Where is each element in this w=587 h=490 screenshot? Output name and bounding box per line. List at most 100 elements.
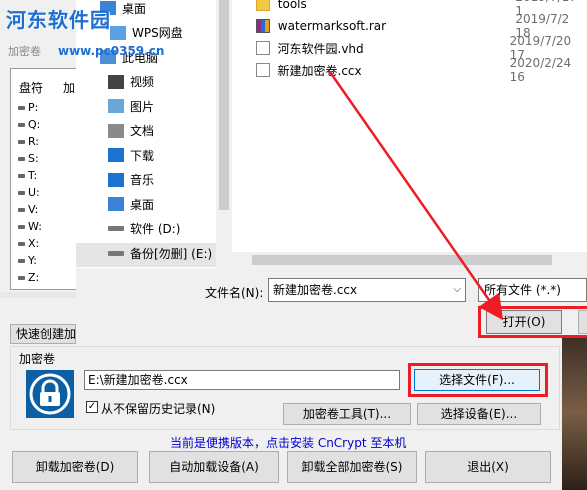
drive-letter: X:: [28, 237, 40, 250]
rar-icon: [256, 19, 270, 33]
drive-icon: [18, 105, 25, 110]
volume-group-title: 加密卷: [17, 350, 58, 367]
music-icon: [108, 172, 124, 187]
drive-row[interactable]: Q:: [18, 116, 40, 133]
quick-create-button[interactable]: 快速创建加: [10, 324, 76, 344]
drive-letter: U:: [28, 186, 40, 199]
nav-item-label: 桌面: [122, 1, 147, 16]
file-name: tools: [277, 0, 307, 11]
drive-letter: Y:: [28, 254, 37, 267]
filename-value: 新建加密卷.ccx: [273, 283, 358, 297]
file-icon: [256, 63, 270, 77]
drive-icon: [18, 224, 25, 229]
unmount-button[interactable]: 卸载加密卷(D): [12, 451, 138, 483]
annotation-box-select-file: [408, 363, 548, 397]
background-photo: [562, 335, 587, 490]
folder-icon: [256, 0, 270, 11]
drive-letter: S:: [28, 152, 39, 165]
panel-divider: [0, 292, 76, 298]
unmount-all-button[interactable]: 卸载全部加密卷(S): [287, 451, 417, 483]
nav-item[interactable]: 软件 (D:): [108, 218, 180, 240]
file-name: watermarksoft.rar: [277, 19, 387, 33]
drive-icon: [18, 173, 25, 178]
drive-letter: R:: [28, 135, 40, 148]
drive-row[interactable]: U:: [18, 184, 40, 201]
drive-row[interactable]: T:: [18, 167, 37, 184]
picture-icon: [108, 99, 124, 113]
nav-scrollbar-thumb[interactable]: [219, 0, 229, 210]
nav-item[interactable]: 桌面: [108, 193, 154, 215]
nav-item[interactable]: 图片: [108, 95, 154, 117]
volume-tools-button[interactable]: 加密卷工具(T)...: [283, 403, 411, 425]
video-icon: [108, 74, 124, 89]
nav-item[interactable]: 备份[勿删] (E:): [108, 242, 212, 264]
document-icon: [108, 123, 124, 138]
file-icon: [256, 41, 270, 55]
drive-icon: [18, 275, 25, 280]
drive-letter: V:: [28, 203, 39, 216]
nav-item-label: 视频: [130, 75, 155, 89]
nav-item[interactable]: WPS网盘: [110, 22, 183, 44]
never-save-history-checkbox[interactable]: ✓: [86, 401, 98, 413]
drive-row[interactable]: Y:: [18, 252, 37, 269]
drive-icon: [18, 122, 25, 127]
file-name: 新建加密卷.ccx: [277, 63, 362, 78]
cloud-icon: [110, 25, 126, 40]
drive-icon: [18, 241, 25, 246]
drive-icon: [18, 156, 25, 161]
drive-icon: [18, 207, 25, 212]
nav-item[interactable]: 下载: [108, 144, 154, 166]
lock-icon: [26, 370, 74, 418]
drive-row[interactable]: R:: [18, 133, 39, 150]
nav-item-label: 图片: [130, 99, 155, 114]
filename-input[interactable]: 新建加密卷.ccx ⌵: [268, 278, 466, 302]
file-date: 2020/2/24 16: [509, 56, 572, 84]
drive-row[interactable]: Z:: [18, 269, 39, 286]
drive-row[interactable]: P:: [18, 99, 38, 116]
drive-list[interactable]: 盘符 加 P: Q: R: S: T: U: V: W: X: Y: Z:: [10, 68, 80, 290]
volume-path-input[interactable]: E:\新建加密卷.ccx: [84, 370, 400, 390]
nav-item[interactable]: 视频: [108, 71, 154, 93]
select-device-button[interactable]: 选择设备(E)...: [417, 403, 541, 425]
drive-row[interactable]: X:: [18, 235, 39, 252]
drive-icon: [108, 250, 124, 256]
volume-column-header[interactable]: 加: [63, 79, 75, 96]
nav-item-label: 备份[勿删] (E:): [130, 246, 213, 261]
nav-item-label: 桌面: [130, 197, 155, 212]
nav-item-label: 音乐: [130, 173, 155, 187]
file-list-hscrollbar-thumb[interactable]: [252, 255, 552, 265]
drive-icon: [18, 258, 25, 263]
file-name: 河东软件园.vhd: [277, 41, 364, 56]
nav-item-label: 文档: [130, 124, 155, 138]
drive-column-header[interactable]: 盘符: [19, 79, 43, 96]
drive-letter: W:: [28, 220, 42, 233]
drive-letter: Q:: [28, 118, 41, 131]
desktop-icon: [108, 197, 124, 211]
auto-mount-button[interactable]: 自动加载设备(A): [149, 451, 279, 483]
drive-row[interactable]: S:: [18, 150, 39, 167]
never-save-history-label[interactable]: 从不保留历史记录(N): [101, 400, 215, 417]
watermark-logo: 河东软件园: [6, 8, 111, 32]
drive-row[interactable]: V:: [18, 201, 38, 218]
chevron-down-icon[interactable]: ⌵: [453, 279, 461, 301]
download-icon: [108, 148, 124, 162]
nav-item-label: WPS网盘: [132, 26, 183, 40]
drive-icon: [18, 139, 25, 144]
nav-item-label: 下载: [130, 148, 155, 163]
drive-icon: [18, 190, 25, 195]
exit-button[interactable]: 退出(X): [425, 451, 551, 483]
drive-letter: T:: [28, 169, 38, 182]
drive-icon: [108, 226, 124, 231]
drive-letter: P:: [28, 101, 39, 114]
nav-item[interactable]: 音乐: [108, 169, 154, 191]
filename-label: 文件名(N):: [205, 286, 264, 300]
nav-item-label: 软件 (D:): [130, 222, 181, 236]
drive-row[interactable]: W:: [18, 218, 42, 235]
nav-item[interactable]: 文档: [108, 120, 154, 142]
portable-version-notice[interactable]: 当前是便携版本，点击安装 CnCrypt 至本机: [170, 434, 406, 451]
drive-letter: Z:: [28, 271, 40, 284]
file-row[interactable]: 新建加密卷.ccx 2020/2/24 16: [256, 56, 587, 84]
annotation-box-open: [478, 306, 587, 338]
watermark-url: www.pc0359.cn: [58, 44, 165, 58]
file-type-filter[interactable]: 所有文件 (*.*): [478, 278, 587, 302]
